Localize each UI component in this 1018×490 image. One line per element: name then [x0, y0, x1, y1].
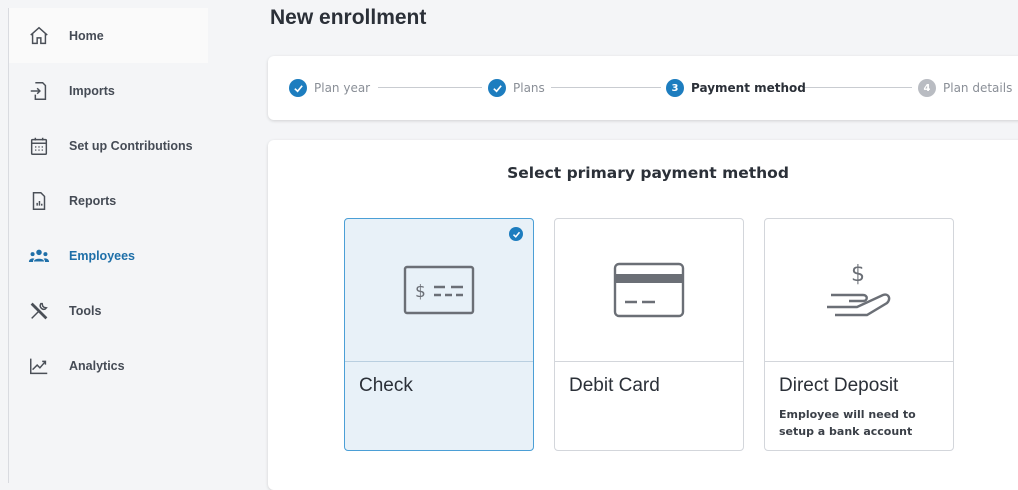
checkmark-icon — [488, 79, 506, 97]
step-payment-method[interactable]: 3 Payment method — [666, 78, 806, 98]
sidebar-item-label: Reports — [69, 193, 117, 208]
report-icon — [9, 190, 69, 212]
calendar-icon — [9, 135, 69, 157]
step-connector — [804, 87, 912, 88]
sidebar-item-reports[interactable]: Reports — [9, 173, 208, 228]
payment-option-debit-card[interactable]: Debit Card — [554, 218, 744, 451]
main-content: New enrollment Plan year Plans 3 Payment… — [208, 0, 1018, 490]
step-label: Plan year — [314, 81, 371, 95]
step-plan-details[interactable]: 4 Plan details — [918, 78, 1012, 98]
sidebar-item-label: Employees — [69, 248, 136, 263]
checkmark-icon — [289, 79, 307, 97]
home-icon — [9, 25, 69, 47]
sidebar-item-label: Imports — [69, 83, 115, 98]
sidebar-item-contributions[interactable]: Set up Contributions — [9, 118, 208, 173]
tools-icon — [9, 300, 69, 322]
people-icon — [9, 245, 69, 267]
chart-icon — [9, 355, 69, 377]
sidebar-item-home[interactable]: Home — [9, 8, 208, 63]
sidebar-item-employees[interactable]: Employees — [9, 228, 208, 283]
svg-text:$: $ — [415, 282, 426, 302]
card-icon — [555, 219, 743, 362]
step-plans[interactable]: Plans — [488, 78, 545, 98]
page-title: New enrollment — [270, 6, 427, 29]
step-label: Payment method — [691, 81, 806, 95]
option-label: Debit Card — [569, 375, 660, 396]
step-connector — [551, 87, 661, 88]
sidebar-item-label: Home — [69, 28, 104, 43]
step-connector — [378, 87, 482, 88]
payment-method-card: Select primary payment method $ Check De… — [268, 140, 1018, 490]
option-label: Direct Deposit — [779, 375, 899, 396]
deposit-icon: $ — [765, 219, 953, 362]
option-description: Employee will need to setup a bank accou… — [779, 408, 916, 438]
check-icon: $ — [345, 219, 533, 362]
step-number: 3 — [666, 79, 684, 97]
import-icon — [9, 80, 69, 102]
payment-option-direct-deposit[interactable]: $ Direct Deposit Employee will need to s… — [764, 218, 954, 451]
stepper: Plan year Plans 3 Payment method 4 Plan … — [268, 56, 1018, 120]
sidebar: Home Imports Set up Contributions Report… — [8, 8, 208, 483]
section-title: Select primary payment method — [507, 164, 789, 182]
svg-text:$: $ — [851, 262, 865, 287]
step-number: 4 — [918, 79, 936, 97]
step-label: Plan details — [943, 81, 1013, 95]
option-label: Check — [359, 375, 413, 396]
sidebar-item-imports[interactable]: Imports — [9, 63, 208, 118]
sidebar-item-tools[interactable]: Tools — [9, 283, 208, 338]
sidebar-item-analytics[interactable]: Analytics — [9, 338, 208, 393]
payment-option-check[interactable]: $ Check — [344, 218, 534, 451]
step-label: Plans — [513, 81, 545, 95]
sidebar-item-label: Analytics — [69, 358, 125, 373]
sidebar-item-label: Set up Contributions — [69, 138, 193, 153]
sidebar-item-label: Tools — [69, 303, 102, 318]
step-plan-year[interactable]: Plan year — [289, 78, 370, 98]
